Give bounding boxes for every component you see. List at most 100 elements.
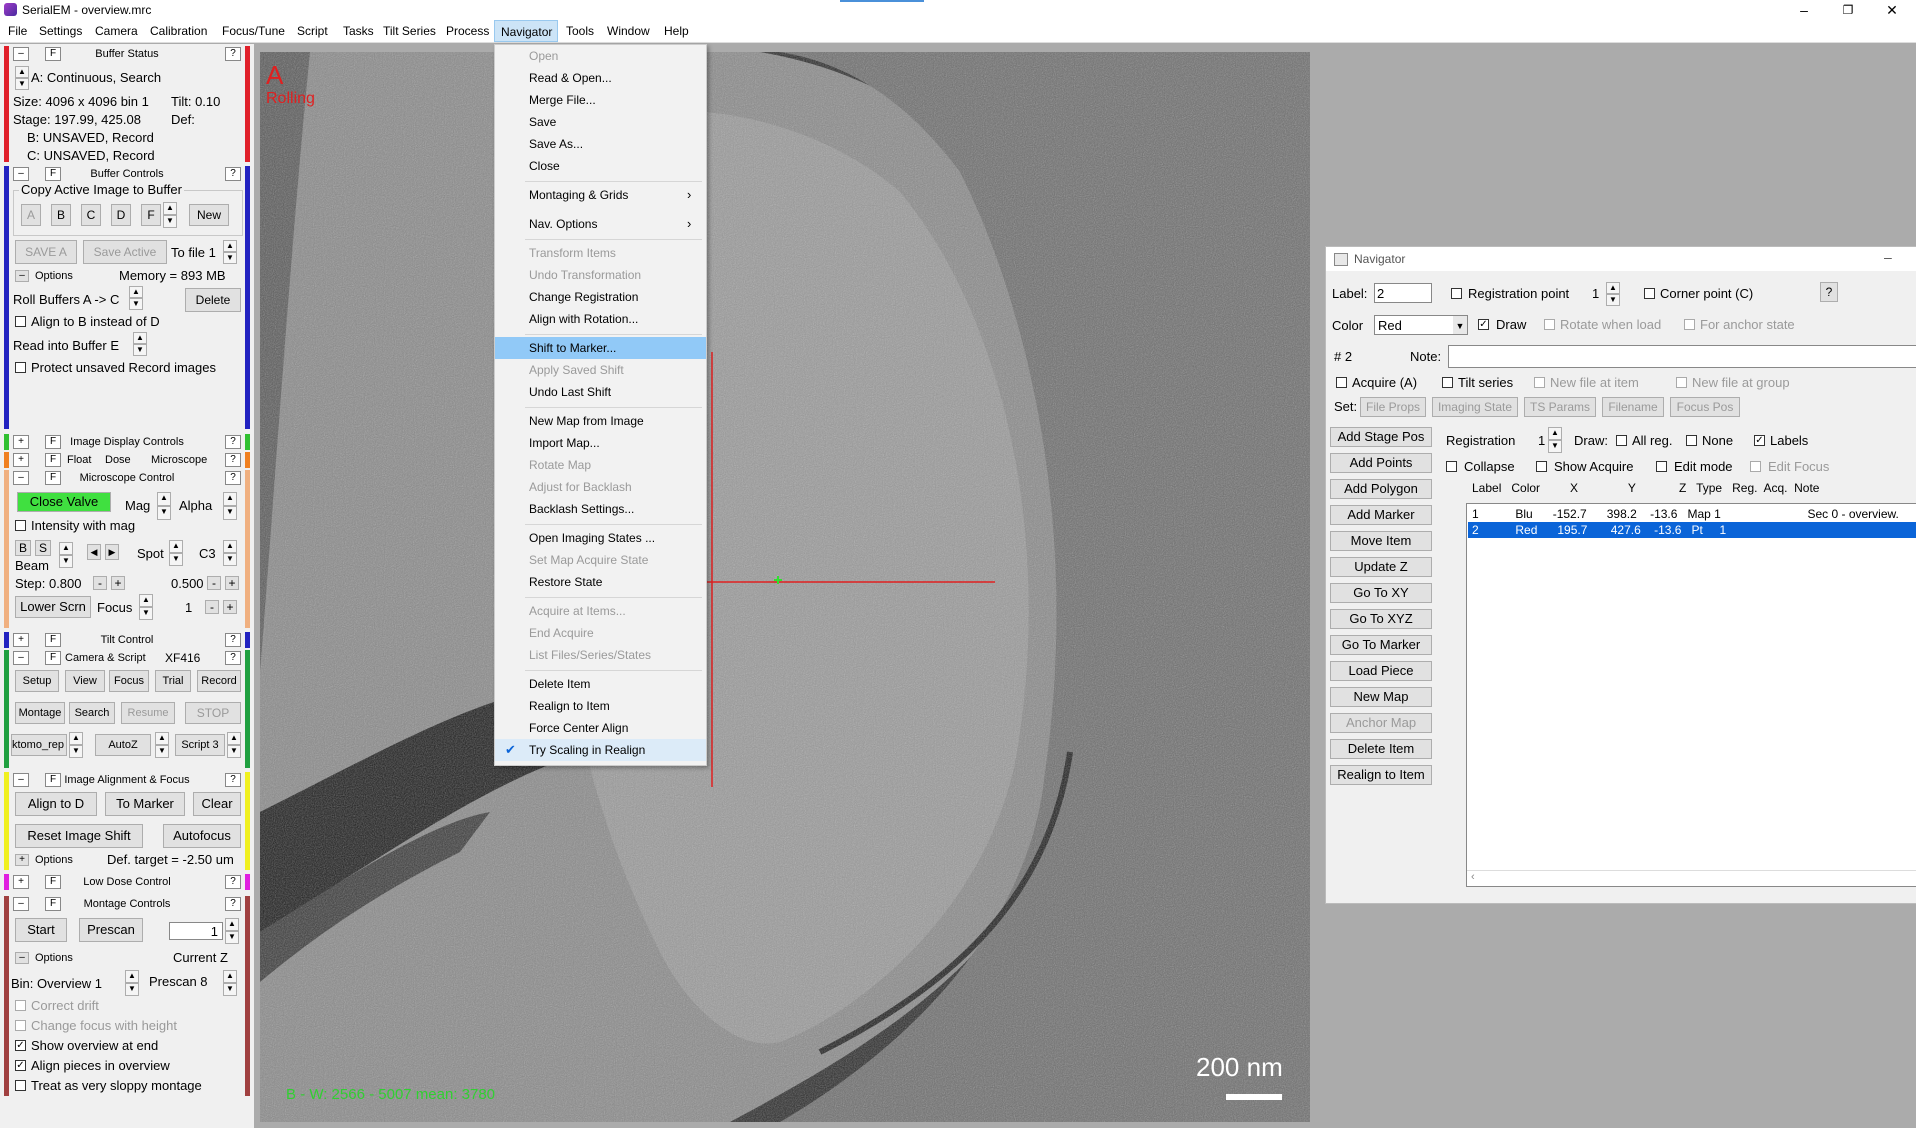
spin-up[interactable]: ▲ xyxy=(129,286,143,298)
align-to-d-button[interactable]: Align to D xyxy=(15,792,97,816)
menu-undo-transformation[interactable]: Undo Transformation xyxy=(495,264,706,286)
labels-checkbox[interactable]: ✓ xyxy=(1754,435,1765,446)
add-points-button[interactable]: Add Points xyxy=(1330,453,1432,473)
close-icon[interactable]: ✕ xyxy=(1870,0,1914,20)
copy-b-button[interactable]: B xyxy=(51,204,71,226)
add-polygon-button[interactable]: Add Polygon xyxy=(1330,479,1432,499)
list-item-selected[interactable]: 2 Red 195.7 427.6 -13.6 Pt 1 xyxy=(1468,522,1916,538)
align-b-checkbox[interactable] xyxy=(15,316,26,327)
copy-c-button[interactable]: C xyxy=(81,204,101,226)
add-marker-button[interactable]: Add Marker xyxy=(1330,505,1432,525)
go-to-marker-button[interactable]: Go To Marker xyxy=(1330,635,1432,655)
copy-d-button[interactable]: D xyxy=(111,204,131,226)
acquire-checkbox[interactable] xyxy=(1336,377,1347,388)
dose-tab[interactable]: Dose xyxy=(105,452,131,468)
menu-settings[interactable]: Settings xyxy=(33,20,88,42)
ts-params-button[interactable]: TS Params xyxy=(1524,397,1596,417)
menu-save-as[interactable]: Save As... xyxy=(495,133,706,155)
full-button[interactable]: F xyxy=(45,875,61,889)
menu-delete-item[interactable]: Delete Item xyxy=(495,673,706,695)
expand-button[interactable]: + xyxy=(13,435,29,449)
spin-up[interactable]: ▲ xyxy=(15,66,29,78)
spin-up[interactable]: ▲ xyxy=(225,918,239,931)
copy-f-button[interactable]: F xyxy=(141,204,161,226)
spin-down[interactable]: ▼ xyxy=(1606,294,1620,306)
menu-read-open[interactable]: Read & Open... xyxy=(495,67,706,89)
sloppy-checkbox[interactable] xyxy=(15,1080,26,1091)
edit-focus-checkbox[interactable] xyxy=(1750,461,1761,472)
help-button[interactable]: ? xyxy=(225,897,241,911)
current-z-field[interactable]: 1 xyxy=(169,922,223,940)
menu-file[interactable]: File xyxy=(2,20,33,42)
spin-up[interactable]: ▲ xyxy=(223,540,237,553)
load-piece-button[interactable]: Load Piece xyxy=(1330,661,1432,681)
menu-open[interactable]: Open xyxy=(495,45,706,67)
add-stage-pos-button[interactable]: Add Stage Pos xyxy=(1330,427,1432,447)
full-button[interactable]: F xyxy=(45,453,61,467)
spin-up[interactable]: ▲ xyxy=(223,492,237,506)
stop-button[interactable]: STOP xyxy=(185,702,241,724)
spin-up[interactable]: ▲ xyxy=(227,732,241,745)
filename-button[interactable]: Filename xyxy=(1602,397,1664,417)
focus-pos-button[interactable]: Focus Pos xyxy=(1670,397,1740,417)
help-button[interactable]: ? xyxy=(225,47,241,61)
spin-down[interactable]: ▼ xyxy=(169,553,183,566)
show-overview-checkbox[interactable]: ✓ xyxy=(15,1040,26,1051)
imaging-state-button[interactable]: Imaging State xyxy=(1432,397,1518,417)
spin-down[interactable]: ▼ xyxy=(223,506,237,520)
menu-camera[interactable]: Camera xyxy=(89,20,144,42)
spin-down[interactable]: ▼ xyxy=(139,607,153,620)
menu-shift-to-marker[interactable]: Shift to Marker... xyxy=(495,337,706,359)
help-button[interactable]: ? xyxy=(225,651,241,665)
help-button[interactable]: ? xyxy=(225,435,241,449)
menu-acquire-at-items[interactable]: Acquire at Items... xyxy=(495,600,706,622)
full-button[interactable]: F xyxy=(45,47,61,61)
restore-icon[interactable]: ❐ xyxy=(1826,0,1870,20)
menu-focus-tune[interactable]: Focus/Tune xyxy=(216,20,291,42)
script3-button[interactable]: Script 3 xyxy=(175,734,225,756)
menu-undo-last-shift[interactable]: Undo Last Shift xyxy=(495,381,706,403)
clear-button[interactable]: Clear xyxy=(193,792,241,816)
menu-transform-items[interactable]: Transform Items xyxy=(495,242,706,264)
registration-point-checkbox[interactable] xyxy=(1451,288,1462,299)
minimize-icon[interactable]: – xyxy=(1782,0,1826,20)
step2-plus-button[interactable]: + xyxy=(225,576,239,590)
help-button[interactable]: ? xyxy=(225,875,241,889)
spin-up[interactable]: ▲ xyxy=(1548,427,1562,440)
help-button[interactable]: ? xyxy=(225,167,241,181)
full-button[interactable]: F xyxy=(45,773,61,787)
spin-up[interactable]: ▲ xyxy=(163,202,177,215)
focus-button[interactable]: Focus xyxy=(109,670,149,692)
menu-import-map[interactable]: Import Map... xyxy=(495,432,706,454)
options-toggle[interactable]: – xyxy=(15,270,29,282)
color-select[interactable]: Red ▼ xyxy=(1374,315,1468,335)
step-plus-button[interactable]: + xyxy=(111,576,125,590)
spin-up[interactable]: ▲ xyxy=(155,732,169,745)
help-button[interactable]: ? xyxy=(225,453,241,467)
prescan-button[interactable]: Prescan xyxy=(79,918,143,942)
menu-realign-to-item[interactable]: Realign to Item xyxy=(495,695,706,717)
menu-list-files[interactable]: List Files/Series/States xyxy=(495,644,706,666)
full-button[interactable]: F xyxy=(45,471,61,485)
new-map-button[interactable]: New Map xyxy=(1330,687,1432,707)
minimize-icon[interactable]: – xyxy=(1884,249,1892,265)
note-field[interactable] xyxy=(1448,345,1916,368)
menu-nav-options[interactable]: Nav. Options xyxy=(495,213,706,235)
options-toggle[interactable]: – xyxy=(15,952,29,964)
spin-down[interactable]: ▼ xyxy=(223,252,237,264)
spin-up[interactable]: ▲ xyxy=(59,542,73,555)
spin-up[interactable]: ▲ xyxy=(169,540,183,553)
item-list[interactable]: 1 Blu -152.7 398.2 -13.6 Map 1 Sec 0 - o… xyxy=(1466,503,1916,887)
record-button[interactable]: Record xyxy=(197,670,241,692)
step-minus-button[interactable]: - xyxy=(93,576,107,590)
microscope-tab[interactable]: Microscope xyxy=(151,452,207,468)
new-file-item-checkbox[interactable] xyxy=(1534,377,1545,388)
collapse-button[interactable]: – xyxy=(13,167,29,181)
edit-mode-checkbox[interactable] xyxy=(1656,461,1667,472)
full-button[interactable]: F xyxy=(45,633,61,647)
spin-up[interactable]: ▲ xyxy=(125,970,139,983)
spin-down[interactable]: ▼ xyxy=(129,298,143,310)
collapse-button[interactable]: – xyxy=(13,897,29,911)
menu-restore-state[interactable]: Restore State xyxy=(495,571,706,593)
menu-window[interactable]: Window xyxy=(601,20,656,42)
